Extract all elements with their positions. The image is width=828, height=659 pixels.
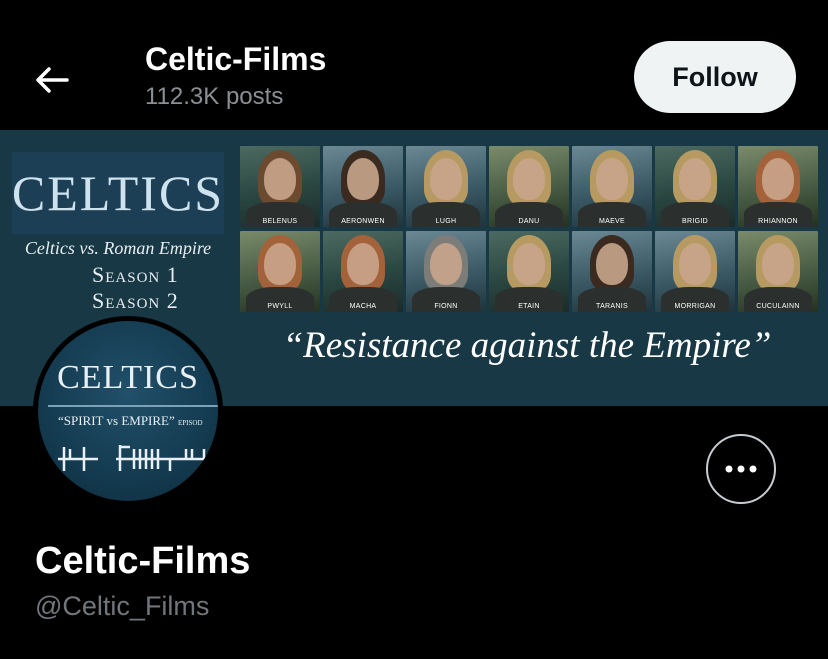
portrait-face [762, 158, 794, 200]
character-label: RHIANNON [758, 218, 798, 225]
posts-count: 112.3K posts [145, 83, 284, 110]
character-portrait: FIONN [406, 231, 486, 312]
character-portrait: CUCULAINN [738, 231, 818, 312]
portrait-face [430, 158, 462, 200]
character-label: DANU [518, 218, 540, 225]
character-grid: BELENUS AERONWEN LUGH DANU MAEVE BRIGID … [240, 146, 818, 312]
character-label: MORRIGAN [674, 303, 716, 310]
character-portrait: MORRIGAN [655, 231, 735, 312]
character-portrait: BELENUS [240, 146, 320, 227]
header-title-block: Celtic-Films 112.3K posts [145, 40, 326, 112]
character-label: TARANIS [596, 303, 628, 310]
portrait-face [679, 158, 711, 200]
banner-title: CELTICS [12, 152, 224, 234]
profile-avatar[interactable]: CELTICS “SPIRIT vs EMPIRE” EPISOD [33, 316, 223, 506]
header-display-name: Celtic-Films [145, 41, 327, 77]
portrait-face [513, 243, 545, 285]
portrait-face [347, 243, 379, 285]
avatar-subtitle-small: EPISOD [178, 419, 203, 427]
profile-handle: @Celtic_Films [35, 591, 210, 621]
back-arrow-icon [36, 67, 69, 93]
portrait-face [596, 158, 628, 200]
character-label: FIONN [434, 303, 458, 310]
character-portrait: MAEVE [572, 146, 652, 227]
portrait-face [762, 243, 794, 285]
avatar-divider [48, 405, 218, 407]
character-label: AERONWEN [341, 218, 385, 225]
portrait-face [430, 243, 462, 285]
avatar-subtitle: “SPIRIT vs EMPIRE” EPISOD [58, 413, 218, 429]
character-portrait: TARANIS [572, 231, 652, 312]
more-options-button[interactable] [706, 434, 776, 504]
banner-season-2: Season 2 [92, 288, 179, 313]
more-horizontal-icon [725, 465, 757, 473]
character-label: ETAIN [518, 303, 540, 310]
character-label: CUCULAINN [756, 303, 800, 310]
character-portrait: LUGH [406, 146, 486, 227]
character-label: BELENUS [262, 218, 298, 225]
character-portrait: DANU [489, 146, 569, 227]
portrait-face [513, 158, 545, 200]
portrait-face [264, 158, 296, 200]
top-bar: Celtic-Films 112.3K posts Follow [0, 0, 828, 130]
character-label: PWYLL [267, 303, 293, 310]
ogham-glyph-icon [58, 445, 210, 471]
portrait-face [679, 243, 711, 285]
character-portrait: RHIANNON [738, 146, 818, 227]
avatar-subtitle-text: “SPIRIT vs EMPIRE” [58, 413, 175, 428]
avatar-title: CELTICS [57, 359, 199, 396]
character-label: BRIGID [682, 218, 708, 225]
character-label: LUGH [435, 218, 457, 225]
portrait-face [264, 243, 296, 285]
character-label: MACHA [349, 303, 377, 310]
profile-display-name: Celtic-Films [35, 540, 251, 582]
character-portrait: MACHA [323, 231, 403, 312]
character-label: MAEVE [598, 218, 625, 225]
portrait-face [596, 243, 628, 285]
banner-season-1: Season 1 [92, 262, 179, 287]
banner-tagline: “Resistance against the Empire” [282, 325, 772, 366]
portrait-face [347, 158, 379, 200]
character-portrait: BRIGID [655, 146, 735, 227]
back-button[interactable] [30, 58, 74, 102]
character-portrait: AERONWEN [323, 146, 403, 227]
banner-subtitle: Celtics vs. Roman Empire [24, 238, 212, 258]
character-portrait: ETAIN [489, 231, 569, 312]
character-portrait: PWYLL [240, 231, 320, 312]
avatar-image: CELTICS “SPIRIT vs EMPIRE” EPISOD [38, 321, 218, 501]
follow-button[interactable]: Follow [634, 41, 796, 113]
